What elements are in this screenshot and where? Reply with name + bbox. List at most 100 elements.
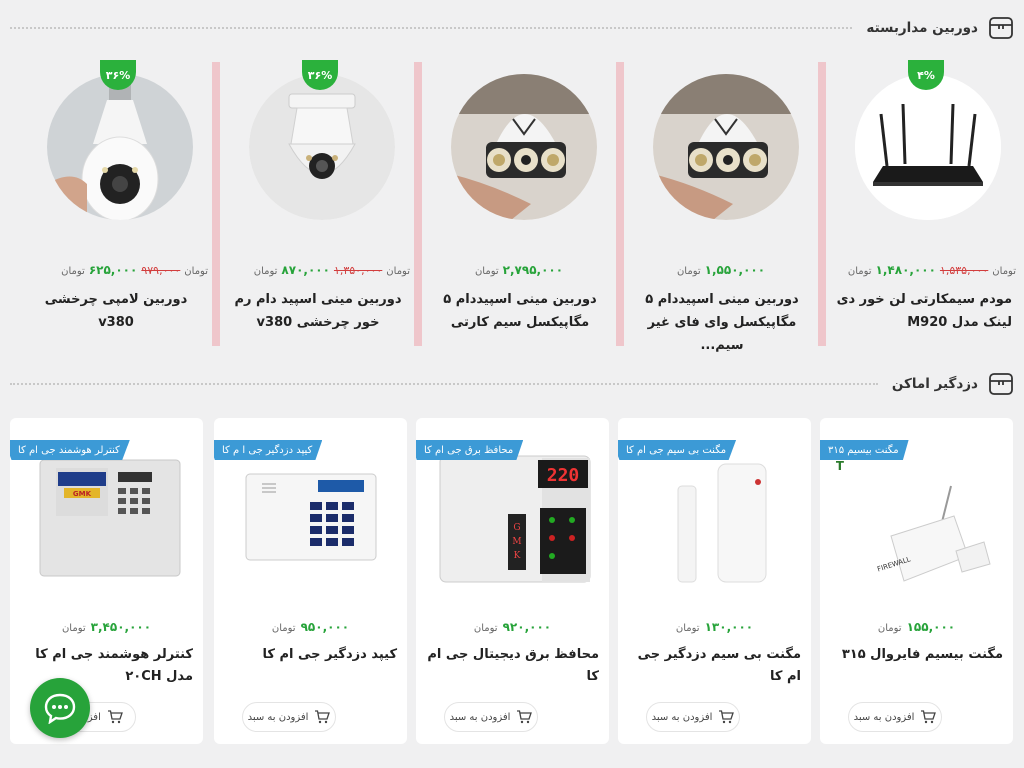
- old-price: ۱,۵۳۵,۰۰۰: [939, 264, 989, 277]
- product-card[interactable]: ۱,۵۵۰,۰۰۰ تومان دوربین مینی اسپیددام ۵ م…: [628, 62, 826, 353]
- cameras-section-header: دوربین مداربسته: [10, 13, 1014, 43]
- currency-unit: تومان: [184, 266, 208, 277]
- product-name[interactable]: مگنت بی سیم دزدگیر جی ام کا: [626, 644, 801, 688]
- mini-dome-camera-image[interactable]: [249, 74, 395, 220]
- cart-icon: [921, 710, 937, 724]
- card-divider: [414, 62, 422, 346]
- new-price: ۶۲۵,۰۰۰: [88, 263, 138, 277]
- product-card[interactable]: ۳۶% تومان ۱,۳۵۰,۰۰۰ ۸۷۰,۰۰۰ تومان دوربین…: [224, 60, 422, 346]
- price-row: ۲,۷۹۵,۰۰۰ تومان: [426, 263, 612, 277]
- product-name[interactable]: دوربین مینی اسپیددام ۵ مگاپیکسل سیم کارت…: [432, 288, 608, 334]
- product-card[interactable]: ۲,۷۹۵,۰۰۰ تومان دوربین مینی اسپیددام ۵ م…: [426, 62, 624, 346]
- display-value: 220: [547, 465, 580, 486]
- product-card[interactable]: مگنت بی سیم جی ام کا ۱۳۰,۰۰۰ تومان مگنت …: [618, 418, 811, 744]
- currency-unit: تومان: [271, 623, 296, 634]
- currency-unit: تومان: [877, 623, 902, 634]
- price-row: تومان ۱,۳۵۰,۰۰۰ ۸۷۰,۰۰۰ تومان: [224, 263, 410, 277]
- product-card[interactable]: کیپد دزدگیر جی ا م کا ۹۵۰,۰۰۰ تومان کیپد…: [214, 418, 407, 744]
- currency-unit: تومان: [474, 266, 499, 277]
- price: ۳,۴۵۰,۰۰۰: [90, 620, 152, 634]
- product-tag: کنترلر هوشمند جی ام کا: [10, 440, 130, 460]
- chat-button[interactable]: [30, 678, 90, 738]
- product-card[interactable]: محافظ برق جی ام کا 220 G M K ۹۲۰,۰۰۰ توم…: [416, 418, 609, 744]
- cart-icon: [315, 710, 331, 724]
- alarms-section-header: دزدگیر اماکن: [10, 369, 1014, 399]
- card-divider: [212, 62, 220, 346]
- price-row: تومان ۱,۵۳۵,۰۰۰ ۱,۴۸۰,۰۰۰ تومان: [830, 263, 1016, 277]
- currency-unit: تومان: [847, 266, 872, 277]
- add-to-cart-button[interactable]: افزودن به سبد: [444, 702, 538, 732]
- cart-icon: [719, 710, 735, 724]
- magnet-sensor-image[interactable]: DOSTAIT FIREWALL: [836, 446, 998, 586]
- section-divider: [10, 383, 878, 385]
- price: ۹۲۰,۰۰۰: [502, 620, 552, 634]
- currency-unit: تومان: [676, 266, 701, 277]
- product-card[interactable]: ۳۶% تومان ۹۷۹,۰۰۰ ۶۲۵,۰۰۰ تومان دوربین ل…: [22, 60, 220, 346]
- keypad-image[interactable]: [230, 446, 392, 586]
- product-card[interactable]: ۴% تومان ۱,۵۳۵,۰۰۰ ۱,۴۸۰,۰۰۰ تومان مودم …: [830, 60, 1018, 346]
- price-row: ۳,۴۵۰,۰۰۰ تومان: [10, 620, 203, 634]
- svg-text:K: K: [514, 551, 521, 561]
- alarm-products-carousel: مگنت بیسیم ۳۱۵ DOSTAIT FIREWALL ۱۵۵,۰۰۰ …: [10, 418, 1014, 744]
- product-tag: کیپد دزدگیر جی ا م کا: [214, 440, 323, 460]
- router-image[interactable]: [855, 74, 1001, 220]
- new-price: ۲,۷۹۵,۰۰۰: [502, 263, 564, 277]
- add-to-cart-button[interactable]: افزودن به سبد: [242, 702, 336, 732]
- product-tag: محافظ برق جی ام کا: [416, 440, 524, 460]
- add-to-cart-label: افزودن به سبد: [247, 711, 309, 723]
- new-price: ۸۷۰,۰۰۰: [281, 263, 330, 277]
- card-divider: [616, 62, 624, 346]
- camera-products-carousel: ۴% تومان ۱,۵۳۵,۰۰۰ ۱,۴۸۰,۰۰۰ تومان مودم …: [10, 60, 1018, 353]
- box-icon: [989, 373, 1013, 395]
- product-tag: مگنت بیسیم ۳۱۵: [820, 440, 909, 460]
- brand-logo: GMK: [73, 490, 92, 498]
- product-name[interactable]: دوربین مینی اسپیددام ۵ مگاپیکسل وای فای …: [634, 288, 810, 357]
- product-name[interactable]: محافظ برق دیجیتال جی ام کا: [424, 644, 599, 688]
- smart-controller-image[interactable]: GMK: [26, 446, 188, 586]
- svg-text:M: M: [512, 537, 521, 547]
- add-to-cart-label: افزودن به سبد: [449, 711, 511, 723]
- cart-icon: [107, 710, 123, 724]
- price: ۱۵۵,۰۰۰: [906, 620, 956, 634]
- brand-logo: DOSTAIT: [836, 459, 845, 473]
- bulb-camera-image[interactable]: [47, 74, 193, 220]
- chat-bubble-icon: [44, 693, 76, 724]
- cart-icon: [517, 710, 533, 724]
- power-protector-image[interactable]: 220 G M K: [432, 446, 594, 586]
- product-name[interactable]: مودم سیمکارتی لن خور دی لینک مدل M920: [836, 288, 1012, 334]
- currency-unit: تومان: [992, 266, 1016, 277]
- product-card[interactable]: مگنت بیسیم ۳۱۵ DOSTAIT FIREWALL ۱۵۵,۰۰۰ …: [820, 418, 1013, 744]
- currency-unit: تومان: [253, 266, 278, 277]
- box-icon: [989, 17, 1013, 39]
- speed-dome-camera-image[interactable]: [653, 74, 799, 220]
- add-to-cart-button[interactable]: افزودن به سبد: [848, 702, 942, 732]
- speed-dome-camera-image[interactable]: [451, 74, 597, 220]
- product-name[interactable]: دوربین لامپی چرخشی v380: [28, 288, 204, 334]
- price-row: ۹۲۰,۰۰۰ تومان: [416, 620, 609, 634]
- new-price: ۱,۵۵۰,۰۰۰: [704, 263, 766, 277]
- currency-unit: تومان: [473, 623, 498, 634]
- product-name[interactable]: مگنت بیسیم فایروال ۳۱۵: [828, 644, 1003, 666]
- section-title[interactable]: دوربین مداربسته: [866, 20, 978, 36]
- price: ۱۳۰,۰۰۰: [704, 620, 754, 634]
- add-to-cart-label: افزودن به سبد: [853, 711, 915, 723]
- section-title[interactable]: دزدگیر اماکن: [892, 376, 978, 392]
- old-price: ۹۷۹,۰۰۰: [141, 264, 181, 277]
- price-row: ۱۳۰,۰۰۰ تومان: [618, 620, 811, 634]
- price-row: ۱,۵۵۰,۰۰۰ تومان: [628, 263, 814, 277]
- price-row: ۱۵۵,۰۰۰ تومان: [820, 620, 1013, 634]
- currency-unit: تومان: [61, 266, 85, 277]
- svg-text:G: G: [513, 523, 520, 533]
- old-price: ۱,۳۵۰,۰۰۰: [333, 264, 383, 277]
- add-to-cart-button[interactable]: افزودن به سبد: [646, 702, 740, 732]
- card-divider: [818, 62, 826, 346]
- product-name[interactable]: دوربین مینی اسپید دام رم خور چرخشی v380: [230, 288, 406, 334]
- currency-unit: تومان: [386, 266, 410, 277]
- add-to-cart-label: افزودن به سبد: [651, 711, 713, 723]
- wireless-magnet-image[interactable]: [634, 446, 796, 586]
- price: ۹۵۰,۰۰۰: [300, 620, 350, 634]
- new-price: ۱,۴۸۰,۰۰۰: [875, 263, 936, 277]
- currency-unit: تومان: [61, 623, 86, 634]
- price-row: ۹۵۰,۰۰۰ تومان: [214, 620, 407, 634]
- product-name[interactable]: کیپد دزدگیر جی ام کا: [222, 644, 397, 666]
